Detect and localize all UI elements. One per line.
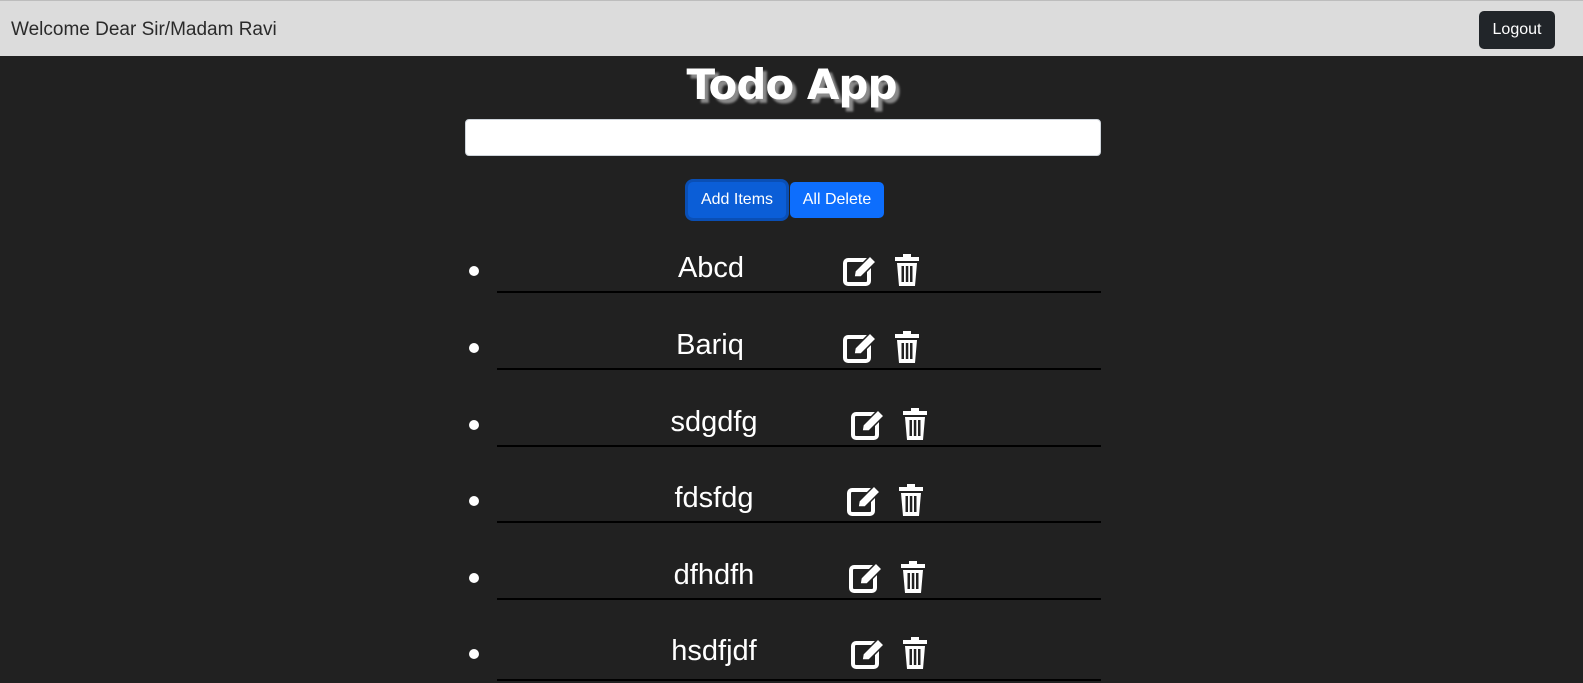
list-bullet	[469, 420, 479, 430]
todo-item: hsdfjdf	[0, 623, 1583, 683]
todo-item-underline	[497, 445, 1101, 447]
top-navbar: Welcome Dear Sir/Madam Ravi Logout	[0, 0, 1583, 56]
list-bullet	[469, 343, 479, 353]
logout-button[interactable]: Logout	[1479, 11, 1555, 49]
todo-item: fdsfdg	[0, 470, 1583, 530]
edit-icon[interactable]	[846, 483, 882, 517]
list-bullet	[469, 573, 479, 583]
list-bullet	[469, 496, 479, 506]
todo-item: Bariq	[0, 317, 1583, 377]
todo-item: dfhdfh	[0, 547, 1583, 607]
todo-item-text: hsdfjdf	[671, 635, 757, 667]
trash-icon[interactable]	[897, 560, 933, 594]
edit-icon[interactable]	[842, 330, 878, 364]
trash-icon[interactable]	[895, 483, 931, 517]
todo-item-text: sdgdfg	[670, 406, 758, 438]
todo-input[interactable]	[465, 119, 1101, 156]
todo-item-underline	[497, 521, 1101, 523]
todo-item-text: dfhdfh	[673, 559, 755, 591]
edit-icon[interactable]	[850, 636, 886, 670]
edit-icon[interactable]	[850, 407, 886, 441]
todo-item: sdgdfg	[0, 394, 1583, 454]
todo-item-text: Abcd	[677, 252, 745, 284]
todo-item-underline	[497, 368, 1101, 370]
todo-item: Abcd	[0, 240, 1583, 300]
page-title: Todo App	[686, 60, 897, 109]
welcome-message: Welcome Dear Sir/Madam Ravi	[11, 19, 277, 40]
trash-icon[interactable]	[891, 330, 927, 364]
todo-item-underline	[497, 598, 1101, 600]
all-delete-button[interactable]: All Delete	[790, 182, 884, 218]
todo-item-underline	[497, 291, 1101, 293]
trash-icon[interactable]	[899, 636, 935, 670]
list-bullet	[469, 649, 479, 659]
trash-icon[interactable]	[899, 407, 935, 441]
add-items-button[interactable]: Add Items	[688, 182, 786, 218]
edit-icon[interactable]	[842, 253, 878, 287]
trash-icon[interactable]	[891, 253, 927, 287]
todo-item-text: fdsfdg	[674, 482, 754, 514]
todo-item-text: Bariq	[676, 329, 744, 361]
list-bullet	[469, 266, 479, 276]
edit-icon[interactable]	[848, 560, 884, 594]
todo-item-underline	[497, 679, 1101, 681]
